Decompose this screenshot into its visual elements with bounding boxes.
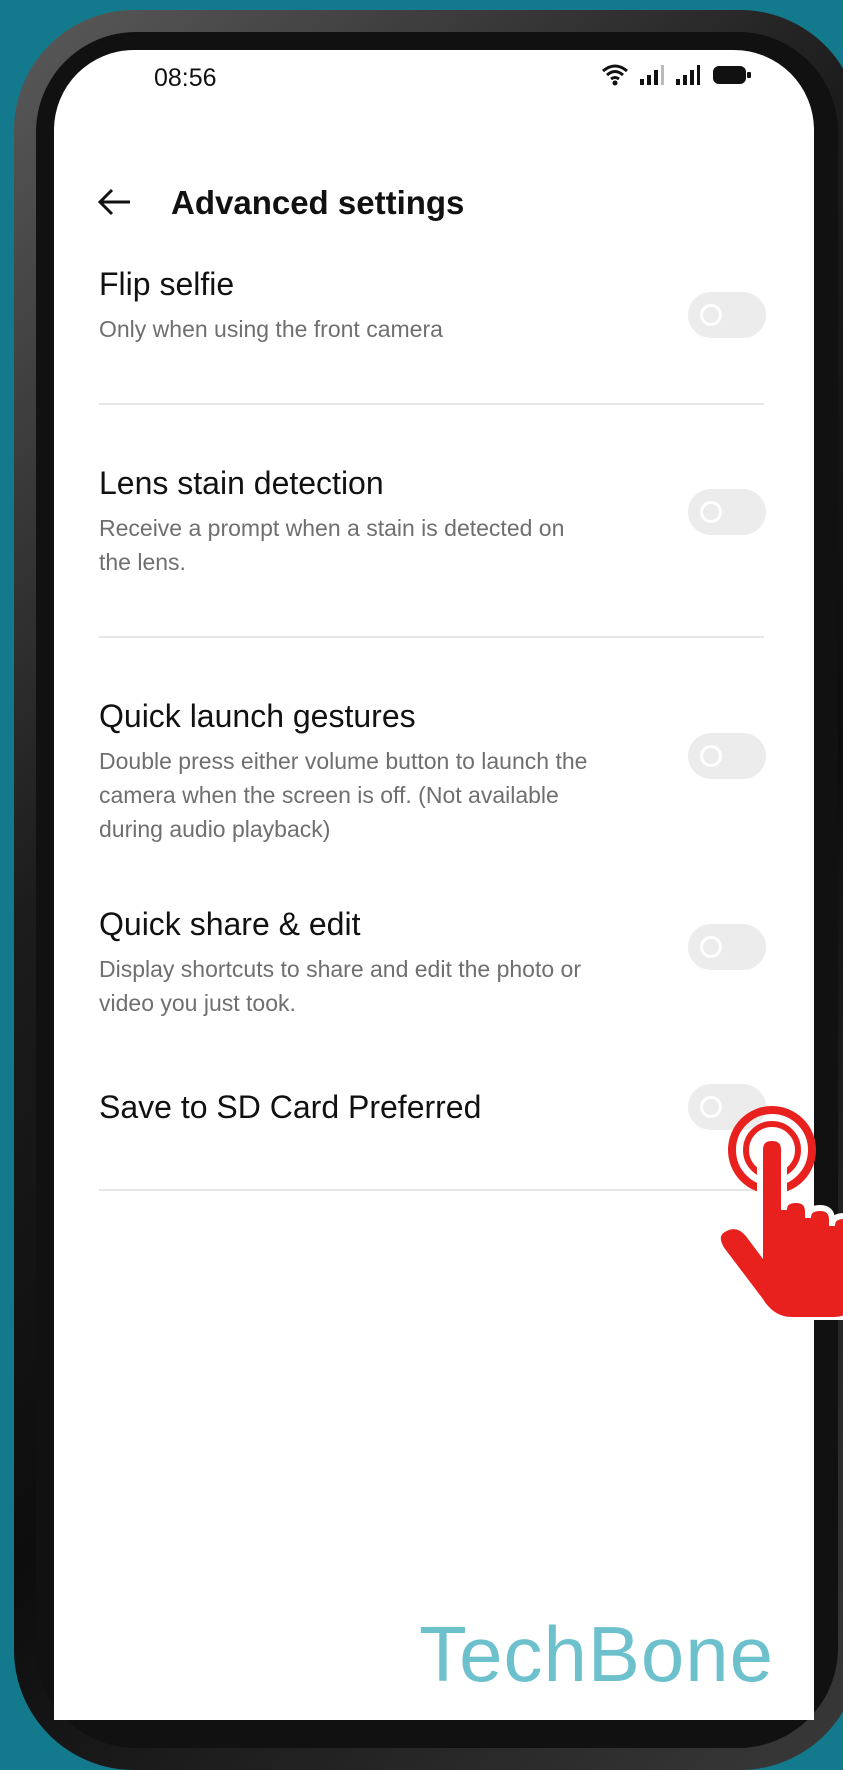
- setting-title: Quick launch gestures: [99, 698, 416, 734]
- toggle-knob: [700, 745, 722, 767]
- wifi-icon: [602, 64, 628, 86]
- setting-quick-share-edit[interactable]: Quick share & edit Display shortcuts to …: [99, 904, 766, 1020]
- setting-title: Save to SD Card Preferred: [99, 1089, 482, 1125]
- phone-screen: 08:56 Advanced settings Flip selfie Only…: [54, 50, 814, 1720]
- pointer-hand-icon: [714, 1106, 843, 1320]
- battery-icon: [713, 66, 751, 84]
- setting-description: Receive a prompt when a stain is detecte…: [99, 515, 565, 575]
- divider: [99, 1189, 764, 1191]
- quick-launch-gestures-toggle[interactable]: [688, 733, 766, 779]
- setting-lens-stain-detection[interactable]: Lens stain detection Receive a prompt wh…: [99, 463, 766, 579]
- lens-stain-detection-toggle[interactable]: [688, 489, 766, 535]
- setting-description: Only when using the front camera: [99, 316, 443, 342]
- header: Advanced settings: [54, 170, 814, 240]
- setting-title: Quick share & edit: [99, 906, 361, 942]
- setting-description: Display shortcuts to share and edit the …: [99, 956, 582, 1016]
- setting-description: Double press either volume button to lau…: [99, 748, 588, 842]
- setting-title: Flip selfie: [99, 266, 235, 302]
- status-bar: 08:56: [54, 50, 814, 110]
- divider: [99, 636, 764, 638]
- divider: [99, 403, 764, 405]
- toggle-knob: [700, 304, 722, 326]
- setting-title: Lens stain detection: [99, 465, 384, 501]
- status-time: 08:56: [154, 64, 217, 92]
- watermark-text: TechBone: [419, 1610, 774, 1698]
- flip-selfie-toggle[interactable]: [688, 292, 766, 338]
- page-title: Advanced settings: [171, 184, 465, 221]
- setting-flip-selfie[interactable]: Flip selfie Only when using the front ca…: [99, 264, 766, 346]
- setting-quick-launch-gestures[interactable]: Quick launch gestures Double press eithe…: [99, 696, 766, 846]
- signal-icon: [640, 65, 664, 85]
- toggle-knob: [700, 501, 722, 523]
- quick-share-edit-toggle[interactable]: [688, 924, 766, 970]
- toggle-knob: [700, 936, 722, 958]
- signal-icon: [676, 65, 700, 85]
- status-icons: [602, 64, 752, 86]
- arrow-left-icon[interactable]: [94, 182, 134, 222]
- setting-save-to-sd-card[interactable]: Save to SD Card Preferred: [99, 1084, 766, 1130]
